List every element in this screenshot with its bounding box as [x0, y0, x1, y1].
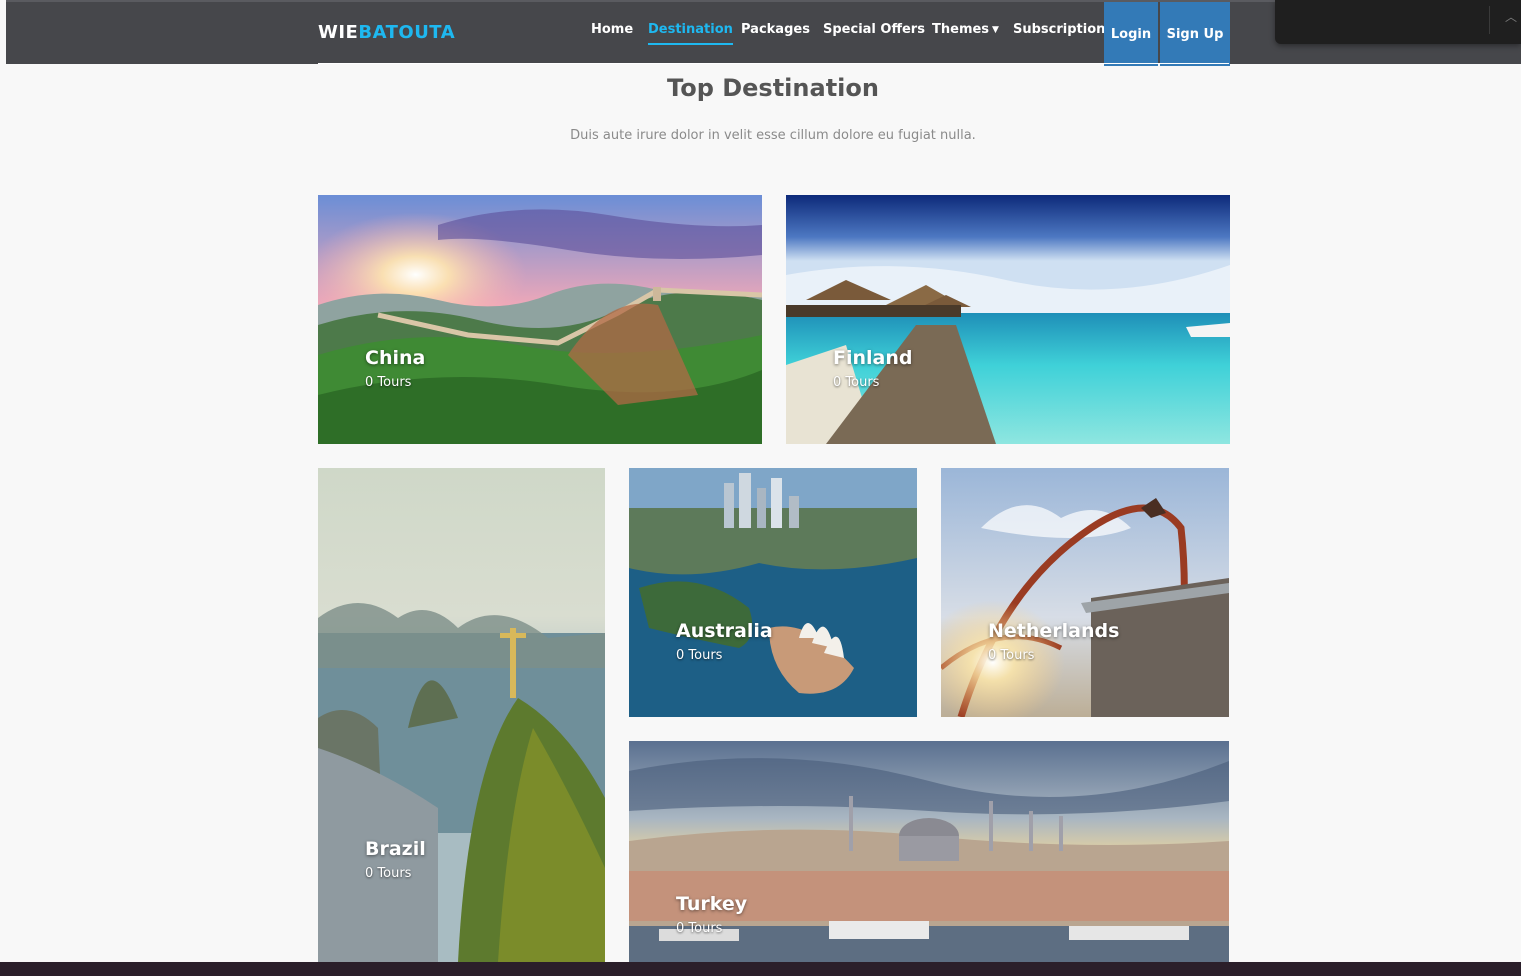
nav-home[interactable]: Home	[591, 22, 633, 37]
destination-card-turkey[interactable]: Turkey 0 Tours	[629, 741, 1229, 962]
destination-tours: 0 Tours	[365, 866, 412, 881]
destination-tours: 0 Tours	[676, 648, 723, 663]
section-subtitle: Duis aute irure dolor in velit esse cill…	[570, 128, 976, 143]
australia-image	[629, 468, 917, 717]
destination-info: Turkey 0 Tours	[676, 893, 747, 936]
china-image	[318, 195, 762, 444]
nav-themes[interactable]: Themes ▼	[932, 22, 999, 37]
nav-divider	[318, 63, 1229, 64]
panel-divider	[1489, 6, 1490, 34]
signup-button[interactable]: Sign Up	[1160, 2, 1230, 66]
section-title: Top Destination	[667, 74, 879, 102]
destination-card-australia[interactable]: Australia 0 Tours	[629, 468, 917, 717]
overlay-panel: ︿	[1275, 0, 1521, 44]
netherlands-image	[941, 468, 1229, 717]
caret-down-icon: ▼	[992, 25, 999, 35]
destination-card-china[interactable]: China 0 Tours	[318, 195, 762, 444]
nav-special-offers[interactable]: Special Offers	[823, 22, 925, 37]
os-taskbar	[0, 962, 1521, 976]
destination-name: Finland	[833, 347, 913, 369]
nav-subscription[interactable]: Subscription	[1013, 22, 1105, 37]
destination-card-finland[interactable]: Finland 0 Tours	[786, 195, 1230, 444]
destination-info: Finland 0 Tours	[833, 347, 912, 390]
destination-info: China 0 Tours	[365, 347, 425, 390]
login-button[interactable]: Login	[1104, 2, 1158, 66]
finland-image	[786, 195, 1230, 444]
destination-info: Brazil 0 Tours	[365, 838, 426, 881]
brazil-image	[318, 468, 605, 962]
nav-destination[interactable]: Destination	[648, 22, 733, 45]
destination-name: Netherlands	[988, 620, 1120, 642]
destination-card-netherlands[interactable]: Netherlands 0 Tours	[941, 468, 1229, 717]
destination-name: Australia	[676, 620, 773, 642]
destination-info: Australia 0 Tours	[676, 620, 773, 663]
destination-card-brazil[interactable]: Brazil 0 Tours	[318, 468, 605, 962]
nav-themes-label: Themes	[932, 22, 990, 37]
destination-tours: 0 Tours	[676, 921, 723, 936]
nav-packages[interactable]: Packages	[741, 22, 810, 37]
destination-tours: 0 Tours	[988, 648, 1035, 663]
destination-tours: 0 Tours	[365, 375, 412, 390]
destination-name: China	[365, 347, 426, 369]
chevron-up-icon[interactable]: ︿	[1505, 8, 1517, 25]
destination-tours: 0 Tours	[833, 375, 880, 390]
destination-info: Netherlands 0 Tours	[988, 620, 1119, 663]
destination-name: Brazil	[365, 838, 426, 860]
destination-name: Turkey	[676, 893, 748, 915]
